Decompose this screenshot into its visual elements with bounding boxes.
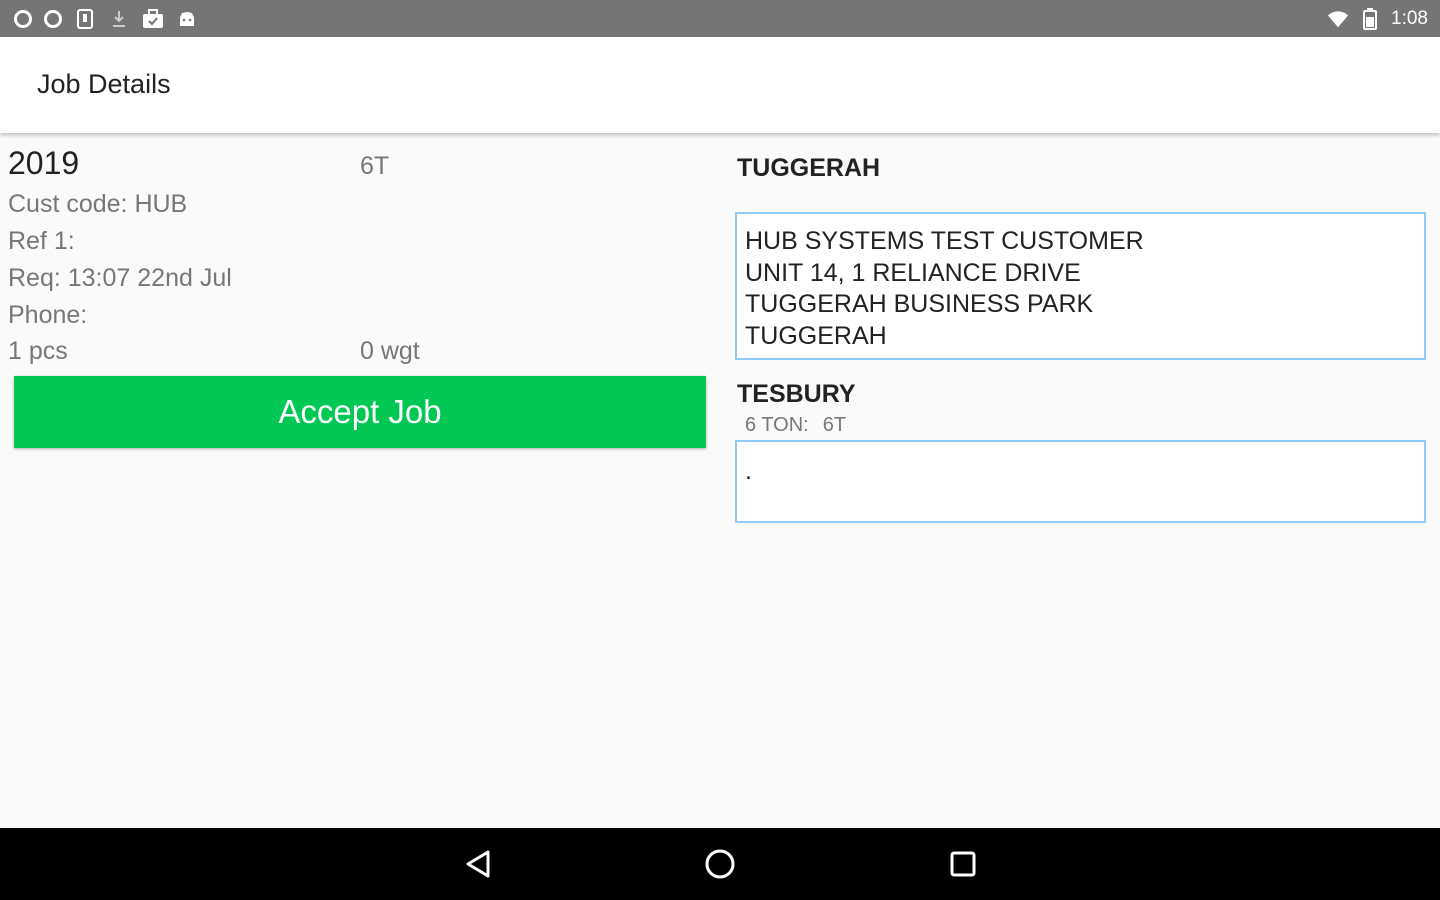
address-line: TUGGERAH	[745, 321, 887, 350]
status-bar-notifications	[14, 0, 198, 37]
circle-icon	[44, 9, 62, 28]
ref-1: Ref 1:	[8, 227, 75, 255]
home-icon[interactable]	[702, 846, 738, 882]
delivery-notes-box: .	[735, 440, 1426, 523]
back-icon[interactable]	[460, 846, 496, 882]
status-bar-system: 1:08	[1327, 0, 1428, 37]
download-icon	[108, 8, 130, 30]
android-icon	[176, 8, 198, 30]
vehicle-line: 6 TON: 6T	[745, 414, 860, 437]
status-time: 1:08	[1391, 7, 1428, 29]
truck-code: 6T	[360, 152, 390, 180]
vehicle-code: 6T	[822, 414, 847, 436]
sim-card-icon	[74, 8, 96, 30]
pieces: 1 pcs	[8, 337, 68, 365]
page-title: Job Details	[37, 69, 171, 99]
briefcase-icon	[142, 8, 164, 30]
wifi-icon	[1327, 8, 1349, 30]
pickup-address-box: HUB SYSTEMS TEST CUSTOMER UNIT 14, 1 REL…	[735, 212, 1426, 360]
navigation-bar	[0, 828, 1440, 900]
pickup-title: TUGGERAH	[737, 154, 881, 182]
battery-icon	[1359, 7, 1381, 30]
phone: Phone:	[8, 301, 88, 329]
required-time: Req: 13:07 22nd Jul	[8, 264, 232, 292]
address-line: HUB SYSTEMS TEST CUSTOMER	[745, 227, 1144, 255]
delivery-title: TESBURY	[737, 380, 856, 408]
weight: 0 wgt	[360, 337, 420, 365]
address-line: UNIT 14, 1 RELIANCE DRIVE	[745, 258, 1081, 287]
accept-job-button[interactable]: Accept Job	[14, 376, 706, 448]
vehicle-type: 6 TON:	[745, 414, 809, 436]
cust-code: Cust code: HUB	[8, 190, 188, 218]
status-bar: 1:08	[0, 0, 1440, 37]
job-number: 2019	[8, 145, 80, 181]
recents-icon[interactable]	[945, 846, 981, 882]
address-line: TUGGERAH BUSINESS PARK	[745, 290, 1094, 318]
circle-icon	[14, 9, 32, 28]
app-bar: Job Details	[0, 37, 1440, 133]
